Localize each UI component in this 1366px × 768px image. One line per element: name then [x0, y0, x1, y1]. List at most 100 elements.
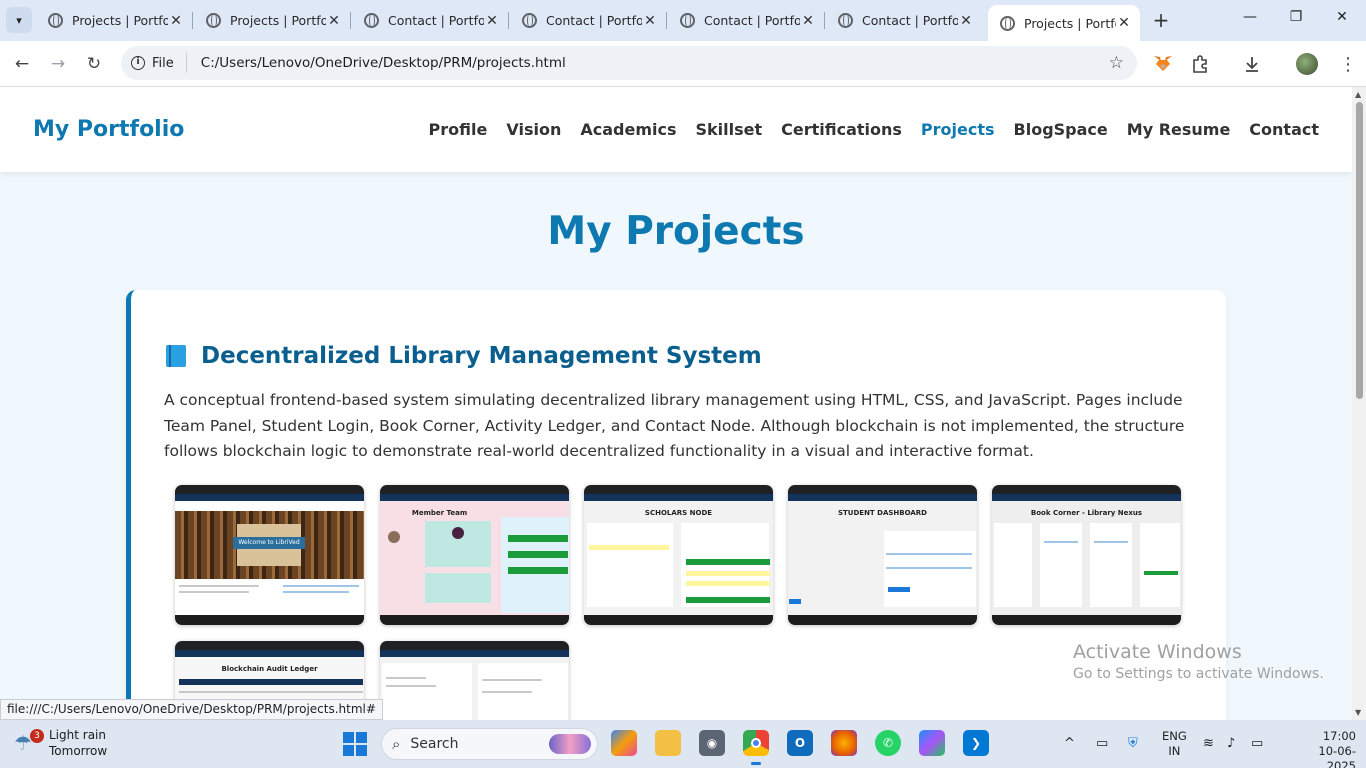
reload-button[interactable]: ↻ — [81, 51, 107, 77]
tab-divider — [508, 12, 509, 29]
tab-title: Projects | Portfolio — [1024, 15, 1116, 31]
search-placeholder: Search — [410, 736, 459, 752]
project-screenshot-thumbnail[interactable]: Book Corner - Library Nexus — [992, 485, 1181, 625]
project-title: Decentralized Library Management System — [166, 343, 762, 369]
browser-tab-active[interactable]: Projects | Portfolio ✕ — [988, 5, 1140, 41]
book-icon — [166, 345, 186, 367]
browser-menu-icon[interactable]: ⋮ — [1336, 52, 1360, 76]
thumbnail-caption: Member Team — [411, 509, 468, 517]
browser-tab-strip: ▾ Projects | Portfolio ✕ Projects | Port… — [0, 0, 1366, 41]
profile-avatar[interactable] — [1295, 52, 1319, 76]
chrome-app-icon[interactable] — [743, 730, 769, 765]
project-screenshot-thumbnail[interactable] — [380, 641, 569, 720]
close-tab-icon[interactable]: ✕ — [642, 13, 658, 29]
browser-tab[interactable]: Contact | Portfolio ✕ — [668, 5, 825, 36]
globe-icon — [364, 13, 379, 28]
info-icon: i — [131, 56, 145, 70]
metamask-extension-icon[interactable] — [1151, 52, 1175, 76]
close-tab-icon[interactable]: ✕ — [958, 13, 974, 29]
globe-icon — [838, 13, 853, 28]
browser-tab[interactable]: Contact | Portfolio ✕ — [352, 5, 509, 36]
tab-title: Contact | Portfolio — [862, 13, 958, 28]
globe-icon — [206, 13, 221, 28]
site-info-chip[interactable]: i File — [131, 53, 187, 73]
thumbnail-caption: Welcome to LibriVed — [233, 537, 305, 549]
project-screenshot-thumbnail[interactable]: Welcome to LibriVed — [175, 485, 364, 625]
globe-icon — [1000, 15, 1015, 31]
close-tab-icon[interactable]: ✕ — [326, 13, 342, 29]
scroll-up-arrow-icon[interactable]: ▲ — [1355, 90, 1361, 99]
nav-link-contact[interactable]: Contact — [1249, 120, 1319, 139]
project-screenshot-thumbnail[interactable]: SCHOLARS NODE — [584, 485, 773, 625]
project-screenshot-thumbnail[interactable]: Member Team — [380, 485, 569, 625]
address-bar[interactable]: i File C:/Users/Lenovo/OneDrive/Desktop/… — [121, 46, 1137, 80]
page-scrollbar[interactable]: ▲ ▼ — [1352, 87, 1366, 720]
close-tab-icon[interactable]: ✕ — [1116, 15, 1132, 31]
close-tab-icon[interactable]: ✕ — [168, 13, 184, 29]
forward-button[interactable]: → — [45, 51, 71, 77]
battery-icon[interactable]: ▭ — [1251, 736, 1263, 751]
tab-title: Contact | Portfolio — [546, 13, 642, 28]
site-header: My Portfolio Profile Vision Academics Sk… — [0, 87, 1352, 172]
camera-app-icon[interactable]: ◉ — [699, 730, 725, 756]
input-language-indicator[interactable]: ENG IN — [1162, 729, 1187, 759]
browser-tab[interactable]: Projects | Portfolio ✕ — [36, 5, 193, 36]
nav-link-vision[interactable]: Vision — [506, 120, 561, 139]
site-chip-label: File — [152, 55, 174, 71]
wifi-icon[interactable]: ≋ — [1203, 736, 1214, 751]
site-brand-logo[interactable]: My Portfolio — [33, 117, 184, 142]
weather-widget[interactable]: ☂ 3 Light rain Tomorrow — [14, 727, 107, 759]
scrollbar-thumb[interactable] — [1356, 102, 1363, 399]
watermark-subtitle: Go to Settings to activate Windows. — [1073, 666, 1324, 682]
close-window-button[interactable]: ✕ — [1332, 9, 1352, 25]
project-title-text: Decentralized Library Management System — [201, 343, 762, 369]
project-screenshot-thumbnail[interactable]: STUDENT DASHBOARD — [788, 485, 977, 625]
clock-time: 17:00 — [1322, 729, 1356, 743]
bookmark-star-icon[interactable]: ☆ — [1109, 53, 1137, 73]
nav-link-blogspace[interactable]: BlogSpace — [1014, 120, 1108, 139]
browser-tab[interactable]: Contact | Portfolio ✕ — [510, 5, 667, 36]
tab-title: Contact | Portfolio — [704, 13, 800, 28]
file-explorer-icon[interactable] — [655, 730, 681, 756]
nav-link-skillset[interactable]: Skillset — [695, 120, 762, 139]
back-button[interactable]: ← — [9, 51, 35, 77]
page-title: My Projects — [547, 209, 805, 254]
windows-start-icon[interactable] — [343, 732, 367, 756]
system-clock[interactable]: 17:00 10-06-2025 — [1296, 729, 1356, 768]
vscode-app-icon[interactable]: ❯ — [963, 730, 989, 756]
close-tab-icon[interactable]: ✕ — [800, 13, 816, 29]
download-icon[interactable] — [1240, 52, 1264, 76]
nav-link-academics[interactable]: Academics — [580, 120, 676, 139]
browser-tab[interactable]: Contact | Portfolio ✕ — [826, 5, 982, 36]
maximize-button[interactable]: ❐ — [1286, 9, 1306, 25]
new-tab-button[interactable]: + — [1150, 9, 1172, 31]
extensions-puzzle-icon[interactable] — [1188, 52, 1212, 76]
volume-icon[interactable]: ♪ — [1227, 736, 1235, 751]
search-icon: ⌕ — [392, 735, 401, 753]
close-tab-icon[interactable]: ✕ — [484, 13, 500, 29]
tray-overflow-chevron-icon[interactable]: ^ — [1064, 736, 1075, 751]
language-code: ENG — [1162, 729, 1187, 743]
network-drive-icon[interactable]: ▭ — [1096, 736, 1108, 751]
thumbnail-caption: SCHOLARS NODE — [644, 509, 713, 517]
scroll-down-arrow-icon[interactable]: ▼ — [1355, 708, 1361, 717]
tab-title: Projects | Portfolio — [230, 13, 326, 28]
taskbar-search-box[interactable]: ⌕ Search — [381, 728, 598, 760]
nav-link-certifications[interactable]: Certifications — [781, 120, 902, 139]
nav-link-profile[interactable]: Profile — [429, 120, 488, 139]
browser-tab[interactable]: Projects | Portfolio ✕ — [194, 5, 351, 36]
rain-cloud-icon: ☂ 3 — [14, 729, 44, 755]
whatsapp-app-icon[interactable]: ✆ — [875, 730, 901, 756]
security-shield-icon[interactable]: ⛨ — [1128, 736, 1138, 751]
url-text[interactable]: C:/Users/Lenovo/OneDrive/Desktop/PRM/pro… — [187, 55, 1109, 71]
m365-app-icon[interactable] — [919, 730, 945, 756]
firefox-app-icon[interactable] — [831, 730, 857, 756]
nav-link-my-resume[interactable]: My Resume — [1127, 120, 1231, 139]
nav-link-projects[interactable]: Projects — [921, 120, 995, 139]
outlook-app-icon[interactable]: O — [787, 730, 813, 756]
windows-taskbar: ☂ 3 Light rain Tomorrow ⌕ Search ◉ O ✆ ❯… — [0, 720, 1366, 768]
minimize-button[interactable]: — — [1240, 9, 1260, 25]
tab-divider — [666, 12, 667, 29]
copilot-app-icon[interactable] — [611, 730, 637, 756]
tab-search-button[interactable]: ▾ — [6, 7, 32, 33]
